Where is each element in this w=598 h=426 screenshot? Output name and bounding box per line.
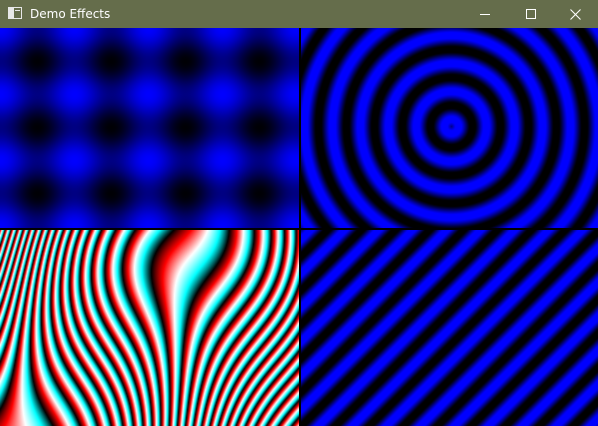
concentric-rings-panel (301, 28, 598, 228)
maximize-icon (526, 9, 536, 19)
plasma-grid-panel (0, 28, 299, 228)
diagonal-stripes-panel (301, 230, 598, 426)
minimize-icon (480, 14, 490, 15)
window-title: Demo Effects (30, 7, 111, 21)
diagonal-stripes-canvas (301, 230, 598, 426)
color-bands-panel (0, 230, 299, 426)
app-window-icon (8, 7, 22, 19)
plasma-grid-canvas (0, 28, 299, 228)
maximize-button[interactable] (508, 0, 554, 28)
color-bands-canvas (0, 230, 299, 426)
minimize-button[interactable] (462, 0, 508, 28)
title-bar[interactable]: Demo Effects (0, 0, 598, 28)
close-button[interactable] (552, 0, 598, 28)
concentric-rings-canvas (301, 28, 598, 228)
demo-effects-window: Demo Effects (0, 0, 598, 426)
effects-canvas-area (0, 28, 598, 426)
close-icon (569, 8, 581, 20)
